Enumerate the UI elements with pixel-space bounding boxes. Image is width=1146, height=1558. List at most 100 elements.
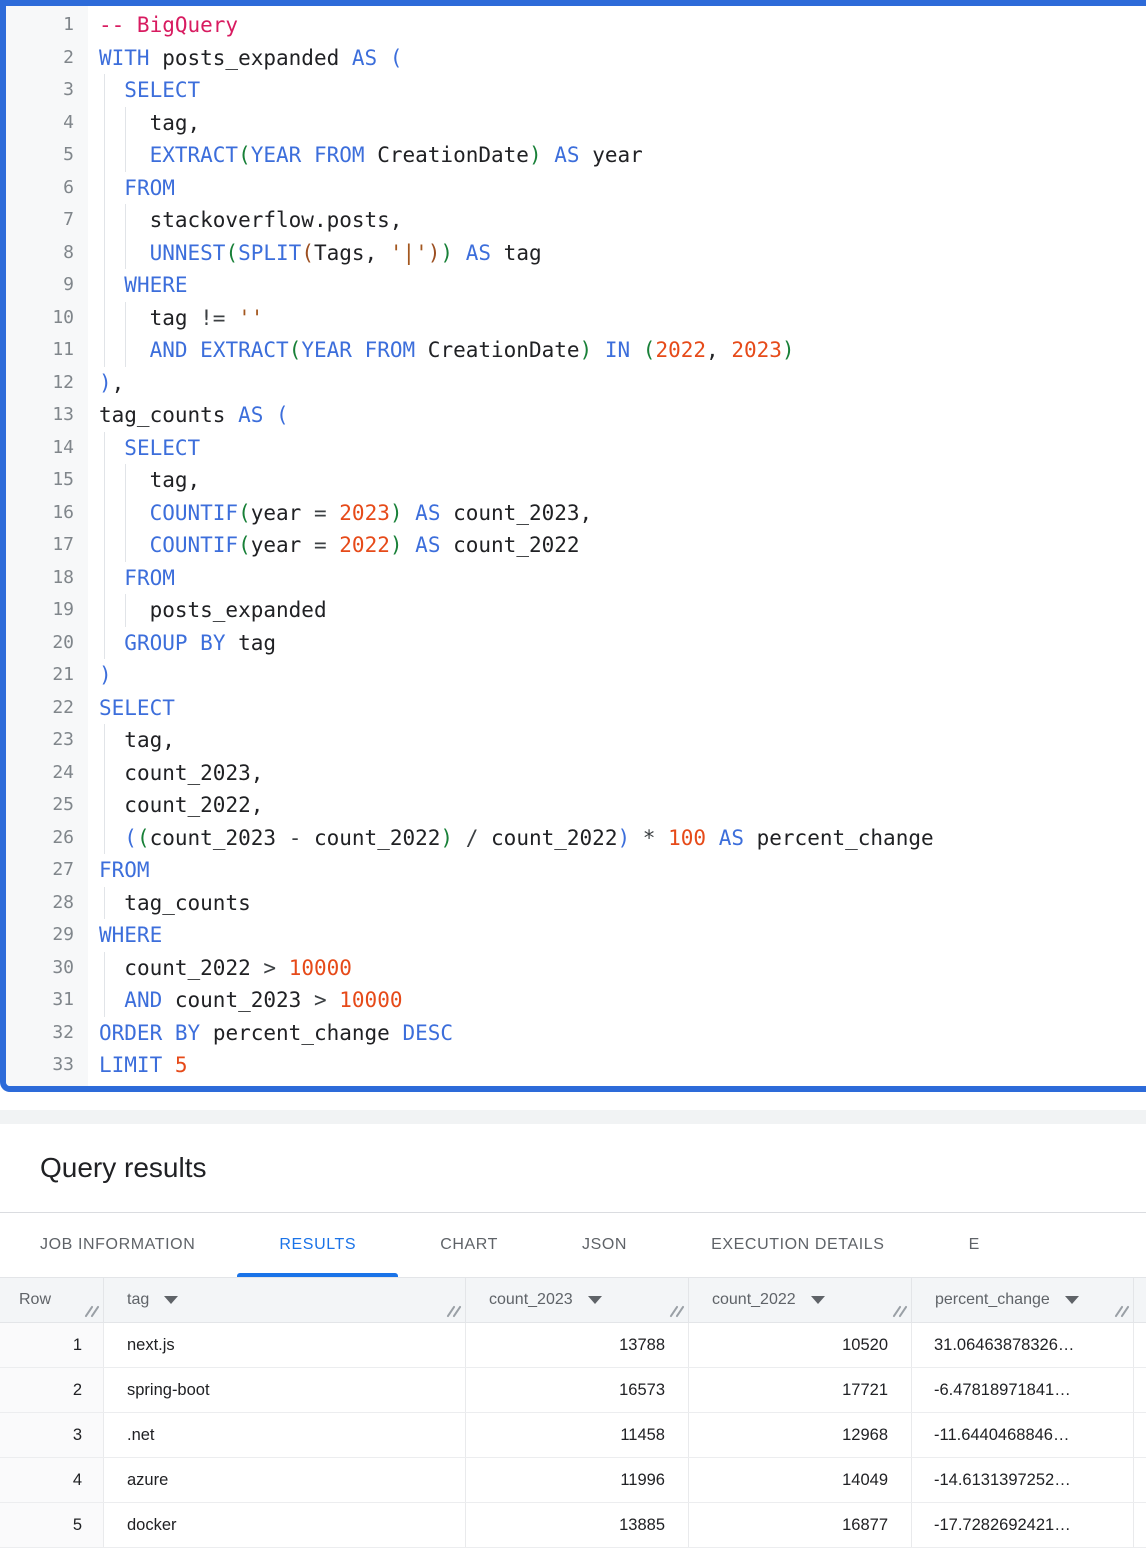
table-row: 4azure1199614049-14.6131397252… [0, 1458, 1146, 1503]
header-sliver [1134, 1278, 1146, 1322]
row-sliver [1134, 1368, 1146, 1412]
column-label: count_2023 [489, 1291, 573, 1309]
code-text: count_2022, [88, 789, 1146, 822]
results-table: Rowtag count_2023 count_2022 percent_change… [0, 1277, 1146, 1548]
line-number: 31 [6, 984, 88, 1017]
code-line-10[interactable]: 10 tag != '' [6, 302, 1146, 335]
tab-json[interactable]: JSON [540, 1213, 669, 1277]
code-text: tag_counts [88, 887, 1146, 920]
code-text: tag != '' [88, 302, 1146, 335]
line-number: 27 [6, 854, 88, 887]
code-line-18[interactable]: 18 FROM [6, 562, 1146, 595]
column-resize-handle-icon[interactable] [446, 1305, 461, 1318]
column-header-percent_change[interactable]: percent_change [912, 1278, 1134, 1322]
code-line-11[interactable]: 11 AND EXTRACT(YEAR FROM CreationDate) I… [6, 334, 1146, 367]
column-resize-handle-icon[interactable] [892, 1305, 907, 1318]
code-line-13[interactable]: 13tag_counts AS ( [6, 399, 1146, 432]
cell-tag: docker [104, 1503, 466, 1547]
code-line-9[interactable]: 9 WHERE [6, 269, 1146, 302]
code-line-27[interactable]: 27FROM [6, 854, 1146, 887]
panel-divider [0, 1110, 1146, 1124]
code-line-17[interactable]: 17 COUNTIF(year = 2022) AS count_2022 [6, 529, 1146, 562]
column-menu-arrow-icon[interactable] [811, 1296, 825, 1304]
column-menu-arrow-icon[interactable] [1065, 1296, 1079, 1304]
code-line-8[interactable]: 8 UNNEST(SPLIT(Tags, '|')) AS tag [6, 237, 1146, 270]
tab-chart[interactable]: CHART [398, 1213, 540, 1277]
line-number: 24 [6, 757, 88, 790]
code-line-1[interactable]: 1-- BigQuery [6, 9, 1146, 42]
line-number: 4 [6, 107, 88, 140]
code-line-28[interactable]: 28 tag_counts [6, 887, 1146, 920]
code-line-5[interactable]: 5 EXTRACT(YEAR FROM CreationDate) AS yea… [6, 139, 1146, 172]
cell-row: 4 [0, 1458, 104, 1502]
column-header-count_2023[interactable]: count_2023 [466, 1278, 689, 1322]
table-row: 3.net1145812968-11.6440468846… [0, 1413, 1146, 1458]
column-header-count_2022[interactable]: count_2022 [689, 1278, 912, 1322]
code-text: GROUP BY tag [88, 627, 1146, 660]
line-number: 21 [6, 659, 88, 692]
code-line-20[interactable]: 20 GROUP BY tag [6, 627, 1146, 660]
code-line-32[interactable]: 32ORDER BY percent_change DESC [6, 1017, 1146, 1050]
row-sliver [1134, 1413, 1146, 1457]
code-line-23[interactable]: 23 tag, [6, 724, 1146, 757]
code-line-21[interactable]: 21) [6, 659, 1146, 692]
line-number: 15 [6, 464, 88, 497]
tab-execution-details[interactable]: EXECUTION DETAILS [669, 1213, 927, 1277]
code-line-25[interactable]: 25 count_2022, [6, 789, 1146, 822]
column-menu-arrow-icon[interactable] [164, 1296, 178, 1304]
code-line-24[interactable]: 24 count_2023, [6, 757, 1146, 790]
line-number: 7 [6, 204, 88, 237]
sql-editor[interactable]: 1-- BigQuery2WITH posts_expanded AS (3 S… [0, 0, 1146, 1092]
code-line-22[interactable]: 22SELECT [6, 692, 1146, 725]
cell-percent_change: -14.6131397252… [912, 1458, 1134, 1502]
code-text: EXTRACT(YEAR FROM CreationDate) AS year [88, 139, 1146, 172]
code-line-6[interactable]: 6 FROM [6, 172, 1146, 205]
code-line-7[interactable]: 7 stackoverflow.posts, [6, 204, 1146, 237]
code-text: FROM [88, 854, 1146, 887]
cell-percent_change: -11.6440468846… [912, 1413, 1134, 1457]
cell-count_2023: 11458 [466, 1413, 689, 1457]
column-label: count_2022 [712, 1291, 796, 1309]
code-line-12[interactable]: 12), [6, 367, 1146, 400]
indent-guide [125, 497, 126, 530]
code-line-33[interactable]: 33LIMIT 5 [6, 1049, 1146, 1082]
cell-tag: next.js [104, 1323, 466, 1367]
table-row: 5docker1388516877-17.7282692421… [0, 1503, 1146, 1548]
code-line-14[interactable]: 14 SELECT [6, 432, 1146, 465]
tab-job-information[interactable]: JOB INFORMATION [0, 1213, 237, 1277]
column-resize-handle-icon[interactable] [1114, 1305, 1129, 1318]
line-number: 11 [6, 334, 88, 367]
code-line-16[interactable]: 16 COUNTIF(year = 2023) AS count_2023, [6, 497, 1146, 530]
column-header-row[interactable]: Row [0, 1278, 104, 1322]
code-line-19[interactable]: 19 posts_expanded [6, 594, 1146, 627]
code-line-31[interactable]: 31 AND count_2023 > 10000 [6, 984, 1146, 1017]
column-menu-arrow-icon[interactable] [588, 1296, 602, 1304]
column-label: percent_change [935, 1291, 1050, 1309]
line-number: 12 [6, 367, 88, 400]
indent-guide [125, 594, 126, 627]
code-text: ORDER BY percent_change DESC [88, 1017, 1146, 1050]
code-line-3[interactable]: 3 SELECT [6, 74, 1146, 107]
column-header-tag[interactable]: tag [104, 1278, 466, 1322]
cell-row: 3 [0, 1413, 104, 1457]
column-resize-handle-icon[interactable] [669, 1305, 684, 1318]
code-text: -- BigQuery [88, 9, 1146, 42]
indent-guide [125, 107, 126, 140]
code-text: WITH posts_expanded AS ( [88, 42, 1146, 75]
indent-guide [125, 529, 126, 562]
code-line-15[interactable]: 15 tag, [6, 464, 1146, 497]
tab-e[interactable]: E [927, 1213, 1022, 1277]
cell-percent_change: 31.06463878326… [912, 1323, 1134, 1367]
tab-results[interactable]: RESULTS [237, 1213, 398, 1277]
code-line-30[interactable]: 30 count_2022 > 10000 [6, 952, 1146, 985]
code-line-26[interactable]: 26 ((count_2023 - count_2022) / count_20… [6, 822, 1146, 855]
line-number: 6 [6, 172, 88, 205]
column-resize-handle-icon[interactable] [84, 1305, 99, 1318]
cell-row: 2 [0, 1368, 104, 1412]
code-line-2[interactable]: 2WITH posts_expanded AS ( [6, 42, 1146, 75]
code-text: ((count_2023 - count_2022) / count_2022)… [88, 822, 1146, 855]
code-line-29[interactable]: 29WHERE [6, 919, 1146, 952]
line-number: 25 [6, 789, 88, 822]
indent-guide [104, 984, 105, 1017]
code-line-4[interactable]: 4 tag, [6, 107, 1146, 140]
